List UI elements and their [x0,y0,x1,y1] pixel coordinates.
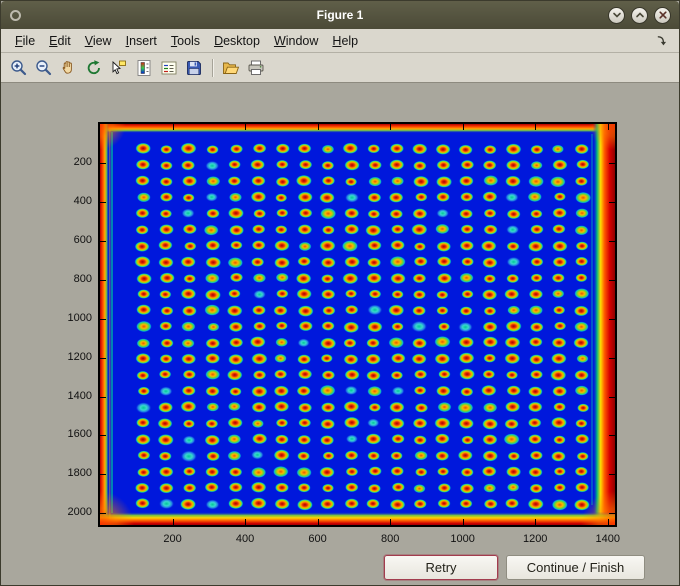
zoom-out-button[interactable] [32,56,56,80]
menubar: File Edit View Insert Tools Desktop Wind… [1,29,679,53]
close-icon [658,11,667,19]
y-tick-label: 1400 [67,389,92,402]
x-tick-label: 1400 [595,533,620,545]
microarray-image[interactable] [100,124,615,525]
hand-icon [62,60,72,74]
maximize-button[interactable] [631,6,648,24]
zoom-in-button[interactable] [7,56,31,80]
figure-canvas-area: 200 400 600 800 1000 1200 1400 1600 1800 2000 200 4… [1,83,679,585]
save-button[interactable] [182,56,206,80]
zoom-out-icon [36,59,52,75]
axes: 200 400 600 800 1000 1200 1400 1600 1800 2000 200 4… [68,122,620,545]
save-icon [187,60,201,75]
window-titlebar[interactable]: Figure 1 [1,1,679,29]
print-button[interactable] [244,56,268,80]
data-cursor-icon [112,60,126,74]
y-tick-label: 1000 [67,311,92,324]
x-tick-label: 200 [163,533,182,545]
chevron-up-icon [635,12,644,18]
window-controls [608,6,671,24]
close-button[interactable] [654,6,671,24]
retry-button[interactable]: Retry [384,555,498,580]
menu-edit[interactable]: Edit [42,31,78,51]
data-cursor-button[interactable] [107,56,131,80]
insert-legend-button[interactable] [157,56,181,80]
y-tick-label: 200 [73,155,92,168]
minimize-button[interactable] [608,6,625,24]
y-tick-label: 600 [73,233,92,246]
chevron-down-icon [612,12,621,18]
menu-view[interactable]: View [78,31,119,51]
y-tick-label: 1600 [67,428,92,441]
window-title: Figure 1 [316,8,364,22]
menu-insert[interactable]: Insert [119,31,164,51]
menu-desktop[interactable]: Desktop [207,31,267,51]
y-tick-label: 400 [73,194,92,207]
toolbar-separator [212,58,213,77]
y-tick-label: 1200 [67,350,92,363]
window-menu-icon[interactable] [10,9,21,21]
open-folder-icon [223,62,240,74]
y-tick-label: 800 [73,272,92,285]
x-tick-label: 600 [308,533,327,545]
insert-colorbar-button[interactable] [132,56,156,80]
toolbar [1,53,679,83]
y-tick-label: 2000 [67,506,92,519]
dock-figure-icon[interactable] [655,33,670,48]
x-tick-label: 1000 [450,533,475,545]
menu-window[interactable]: Window [267,31,325,51]
y-tick-label: 1800 [67,467,92,480]
pan-button[interactable] [57,56,81,80]
x-tick-label: 400 [235,533,255,545]
zoom-in-icon [11,59,27,75]
menu-help[interactable]: Help [325,31,365,51]
figure-window: Figure 1 File Edit View Insert Tools Des… [0,0,680,586]
continue-finish-button[interactable]: Continue / Finish [506,555,645,580]
open-file-button[interactable] [219,56,243,80]
x-tick-label: 1200 [522,533,548,545]
printer-icon [248,60,264,75]
x-tick-label: 800 [380,533,400,545]
rotate-3d-button[interactable] [82,56,106,80]
legend-icon [161,61,177,74]
menu-tools[interactable]: Tools [164,31,207,51]
colorbar-icon [137,59,151,76]
rotate-icon [87,59,100,74]
menu-file[interactable]: File [8,31,42,51]
